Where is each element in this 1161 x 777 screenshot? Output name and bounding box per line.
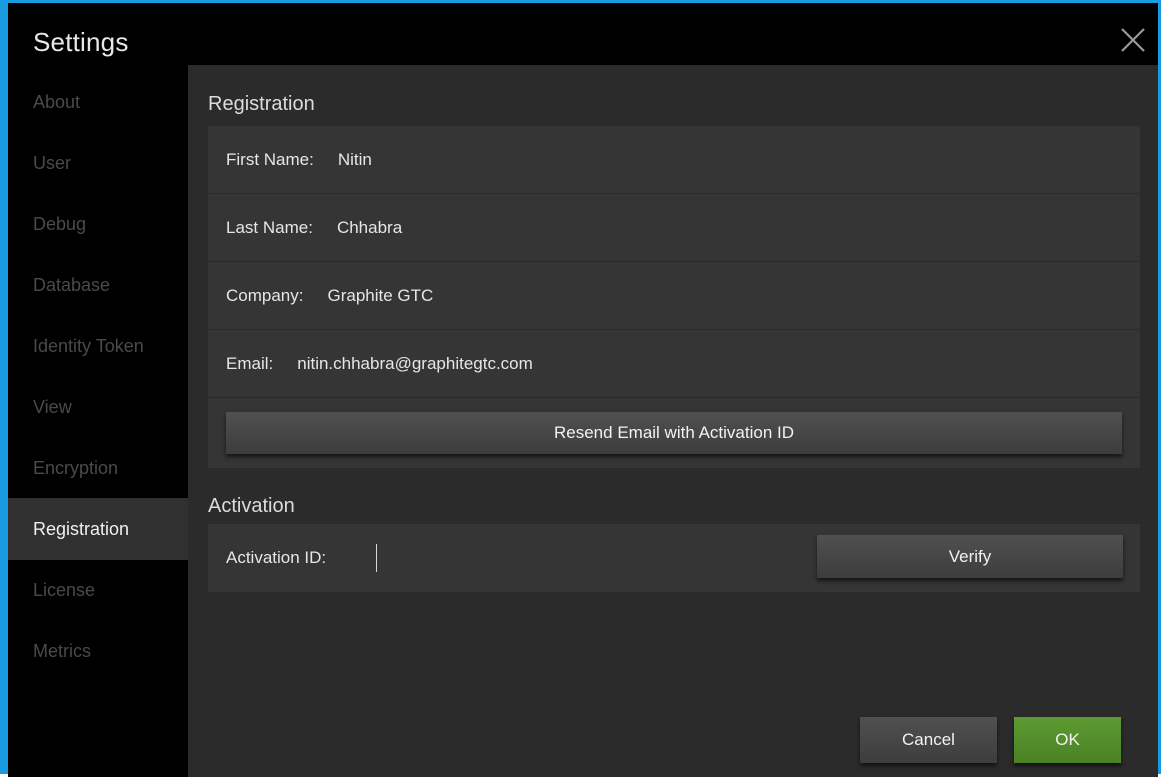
sidebar-item-debug[interactable]: Debug — [8, 193, 188, 255]
resend-email-button[interactable]: Resend Email with Activation ID — [226, 412, 1122, 454]
settings-content: Registration First Name: Nitin Last Name:… — [188, 65, 1158, 777]
verify-button[interactable]: Verify — [817, 535, 1123, 578]
window-title: Settings — [33, 27, 129, 57]
activation-section-title: Activation — [208, 495, 295, 517]
sidebar-item-license[interactable]: License — [8, 559, 188, 621]
ok-button[interactable]: OK — [1014, 717, 1121, 763]
sidebar-item-database[interactable]: Database — [8, 254, 188, 316]
registration-panel: First Name: Nitin Last Name: Chhabra Compa… — [208, 126, 1140, 468]
activation-id-caret — [376, 544, 377, 572]
sidebar-item-encryption[interactable]: Encryption — [8, 437, 188, 499]
settings-window: Settings About User Debug Database Ident… — [0, 0, 1161, 777]
email-value: nitin.chhabra@graphitegtc.com — [297, 354, 533, 373]
sidebar-item-registration[interactable]: Registration — [8, 498, 188, 560]
last-name-label: Last Name: — [226, 218, 313, 237]
sidebar-item-about[interactable]: About — [8, 71, 188, 133]
registration-section-title: Registration — [208, 93, 315, 115]
title-bar: Settings — [8, 3, 1158, 65]
company-label: Company: — [226, 286, 304, 305]
sidebar-item-user[interactable]: User — [8, 132, 188, 194]
company-value: Graphite GTC — [327, 286, 434, 305]
cancel-button[interactable]: Cancel — [860, 717, 997, 763]
first-name-value: Nitin — [337, 150, 372, 169]
first-name-row: First Name: Nitin — [208, 126, 1140, 194]
company-row: Company: Graphite GTC — [208, 262, 1140, 330]
sidebar-item-identity-token[interactable]: Identity Token — [8, 315, 188, 377]
activation-id-input[interactable] — [373, 542, 773, 574]
close-icon[interactable] — [1118, 25, 1148, 55]
last-name-row: Last Name: Chhabra — [208, 194, 1140, 262]
sidebar-item-metrics[interactable]: Metrics — [8, 620, 188, 682]
email-label: Email: — [226, 354, 274, 373]
email-row: Email: nitin.chhabra@graphitegtc.com — [208, 330, 1140, 398]
activation-panel: Activation ID: Verify — [208, 524, 1140, 592]
first-name-label: First Name: — [226, 150, 314, 169]
sidebar-item-view[interactable]: View — [8, 376, 188, 438]
settings-sidebar: About User Debug Database Identity Token… — [8, 65, 188, 777]
activation-id-label: Activation ID: — [226, 548, 327, 567]
last-name-value: Chhabra — [336, 218, 403, 237]
